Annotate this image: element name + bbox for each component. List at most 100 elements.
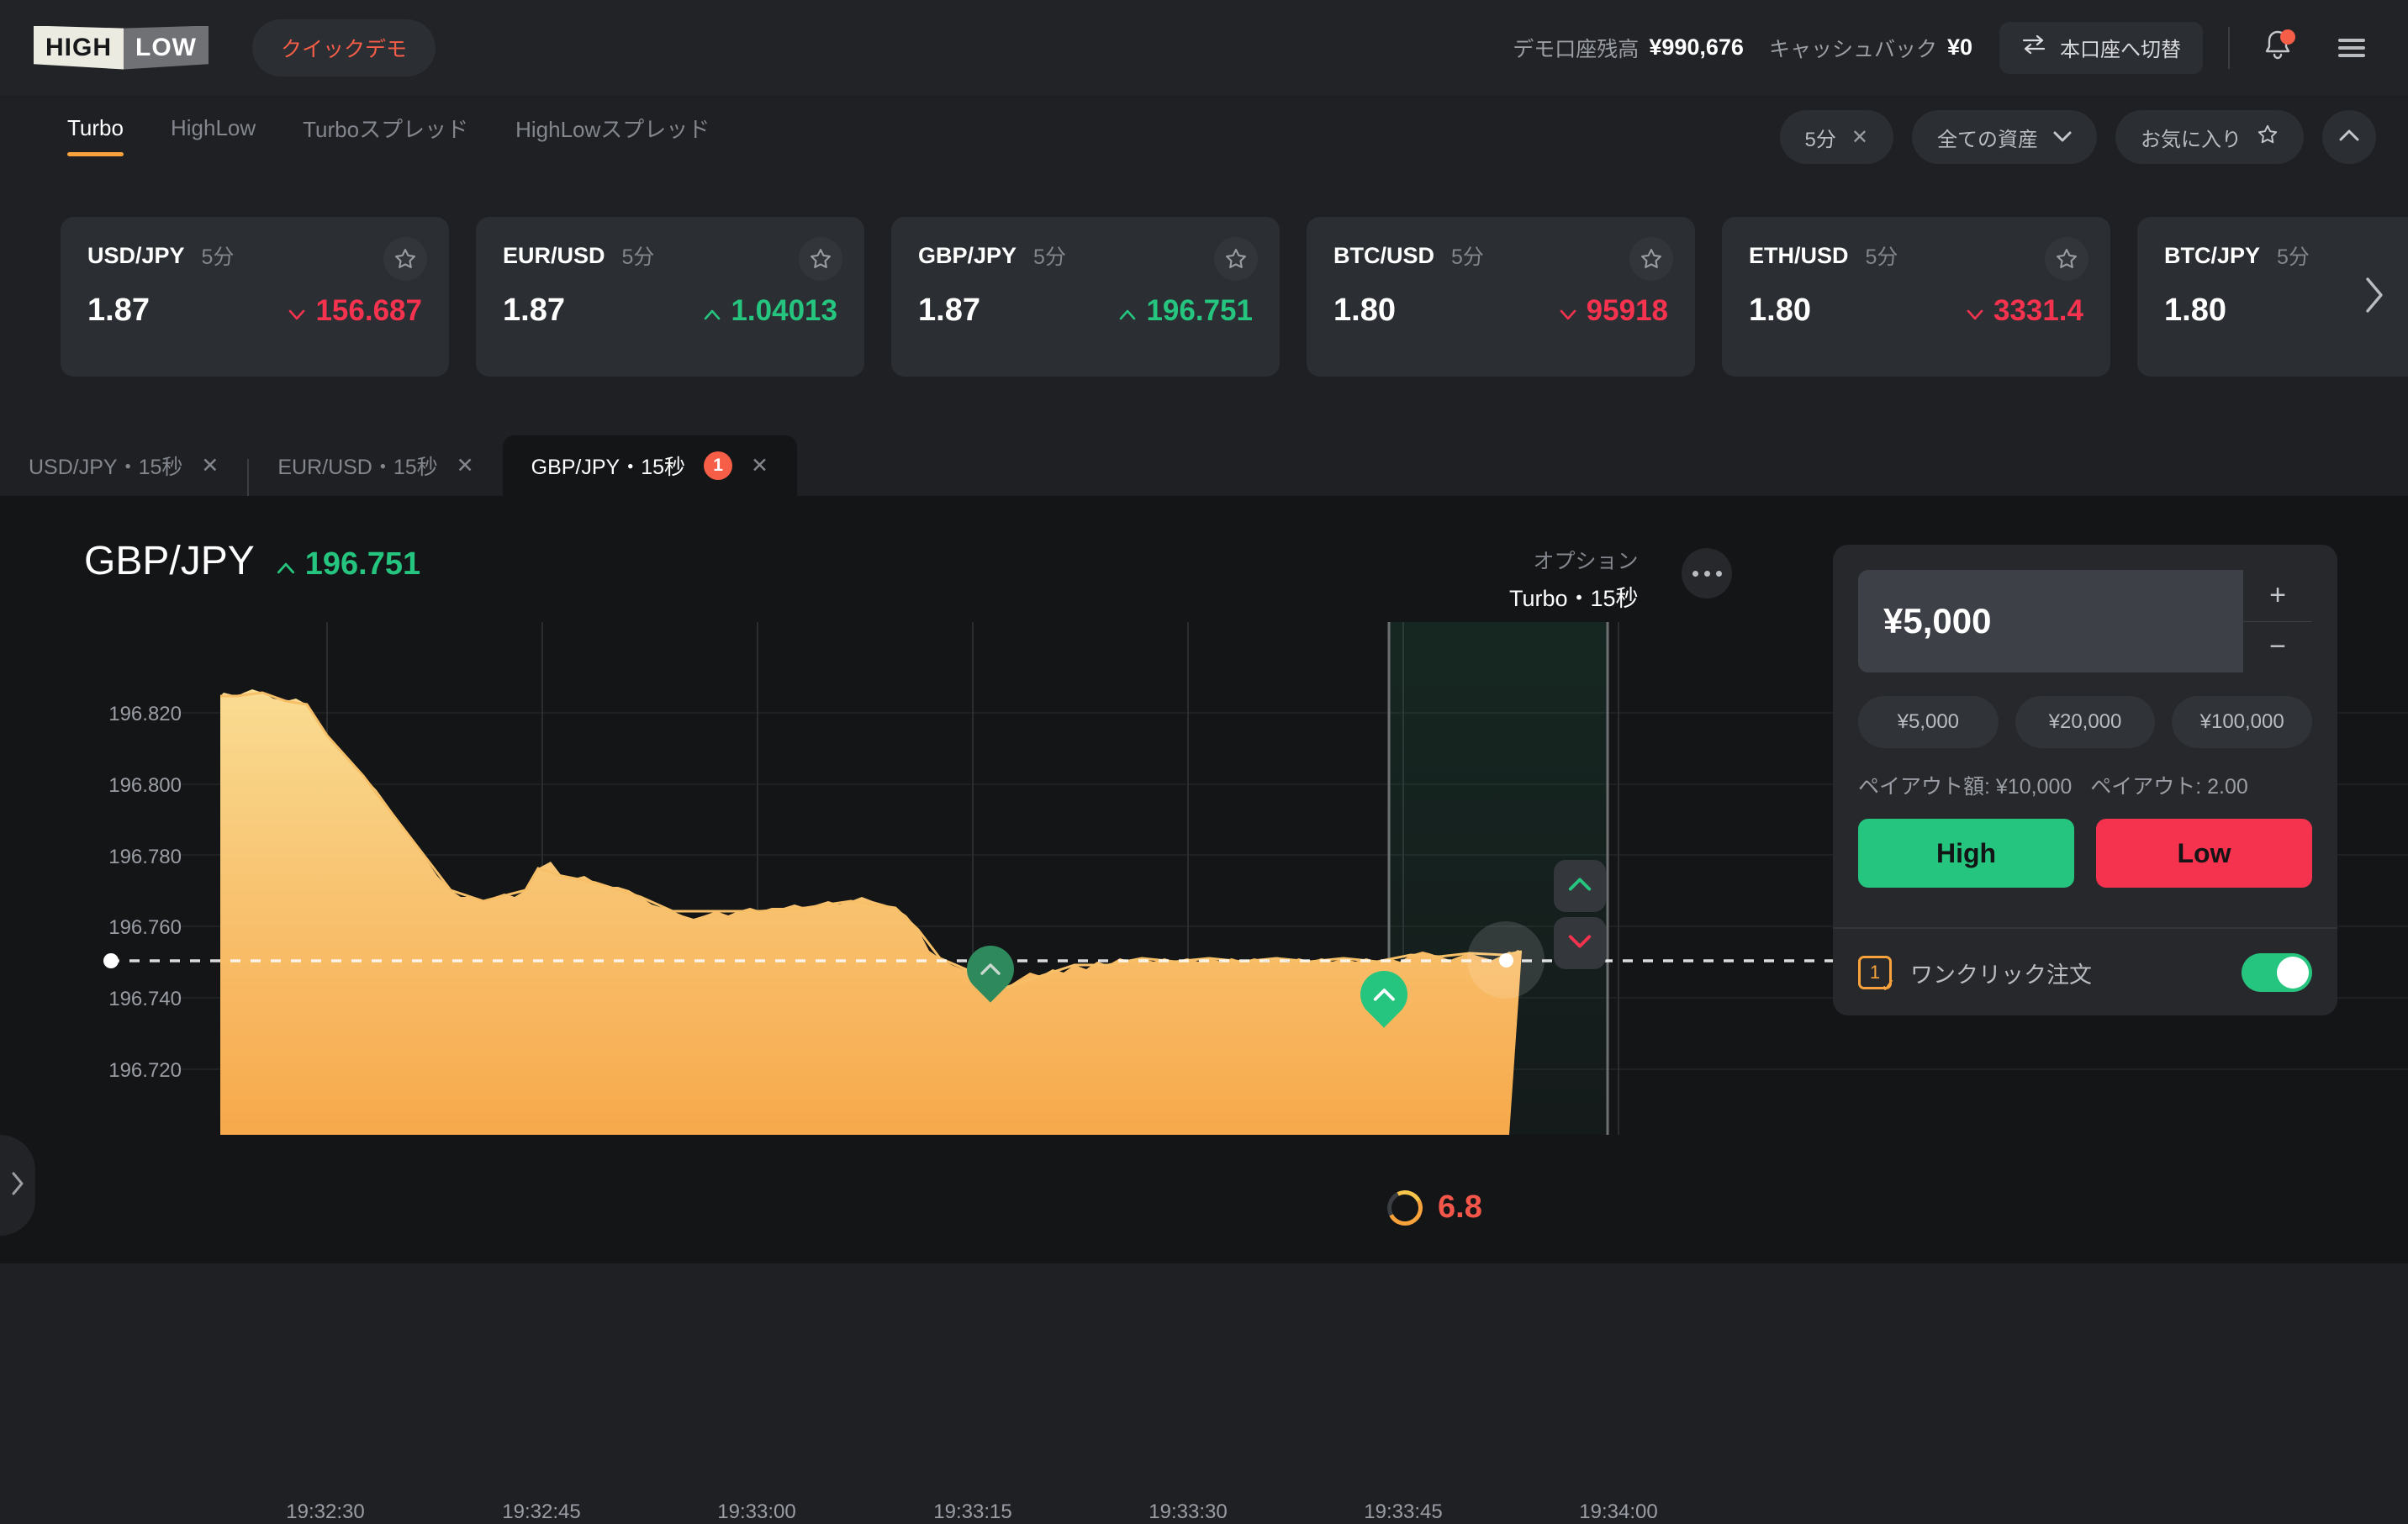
logo-low-text: LOW — [124, 25, 209, 70]
assets-scroll-right-button[interactable] — [2349, 267, 2400, 326]
asset-price-value: 1.04013 — [731, 293, 837, 327]
asset-duration: 5分 — [1865, 245, 1898, 269]
oneclick-toggle[interactable] — [2242, 953, 2312, 992]
quick-demo-button[interactable]: クイックデモ — [251, 18, 436, 76]
amount-input[interactable]: ¥5,000 — [1858, 570, 2243, 672]
asset-card[interactable]: EUR/USD 5分 1.87 1.04013 — [476, 217, 864, 377]
oneclick-badge-number: 1 — [1869, 962, 1881, 983]
highlow-logo: HIGH LOW — [34, 25, 209, 70]
switch-account-button[interactable]: 本口座へ切替 — [1999, 21, 2203, 74]
favorite-star-icon[interactable] — [383, 237, 427, 281]
price-dot — [1498, 952, 1513, 968]
menu-button[interactable] — [2326, 22, 2378, 74]
cashback-label: キャッシュバック — [1768, 37, 1937, 61]
tab-turbo-spread[interactable]: Turboスプレッド — [303, 113, 468, 162]
favorite-star-icon[interactable] — [2045, 237, 2089, 281]
asset-card[interactable]: ETH/USD 5分 1.80 3331.4 — [1722, 217, 2110, 377]
tab-highlow-spread[interactable]: HighLowスプレッド — [515, 113, 710, 162]
asset-filter-dropdown[interactable]: 全ての資産 — [1912, 110, 2097, 164]
x-axis-tick: 19:32:45 — [502, 1500, 581, 1523]
asset-card[interactable]: USD/JPY 5分 1.87 156.687 — [61, 217, 449, 377]
trend-down-icon — [1967, 294, 1983, 328]
close-icon[interactable]: ✕ — [751, 453, 768, 478]
chevron-right-icon — [10, 1171, 25, 1200]
favorite-star-icon[interactable] — [799, 237, 842, 281]
asset-card[interactable]: GBP/JPY 5分 1.87 196.751 — [891, 217, 1280, 377]
trade-panel: ¥5,000 + − ¥5,000 ¥20,000 ¥100,000 ペイアウト… — [1833, 545, 2337, 1015]
quick-amount-row: ¥5,000 ¥20,000 ¥100,000 — [1858, 696, 2313, 748]
favorite-star-icon[interactable] — [1629, 237, 1673, 281]
payout-amount: ペイアウト額: ¥10,000 — [1858, 775, 2073, 799]
close-icon[interactable]: ✕ — [1851, 125, 1868, 150]
status-badge: 1 — [704, 451, 733, 480]
oneclick-icon: 1 ✓ — [1858, 956, 1896, 996]
asset-multiplier: 1.80 — [1749, 293, 1811, 328]
toggle-knob — [2277, 957, 2309, 989]
product-tabs: Turbo HighLow Turboスプレッド HighLowスプレッド — [67, 113, 710, 162]
chart-tab-eurusd[interactable]: EUR/USD・15秒 ✕ — [249, 435, 502, 496]
asset-card[interactable]: BTC/USD 5分 1.80 95918 — [1307, 217, 1695, 377]
low-button[interactable]: Low — [2096, 819, 2312, 888]
app-header: HIGH LOW クイックデモ デモ口座残高 ¥990,676 キャッシュバック… — [0, 0, 2408, 95]
asset-duration: 5分 — [1451, 245, 1484, 269]
chart-area: GBP/JPY 196.751 オプション Turbo・15秒 196.820 … — [0, 496, 2408, 1523]
position-marker-active[interactable] — [1350, 961, 1418, 1031]
asset-duration: 5分 — [201, 245, 235, 269]
chart-tab-gbpjpy[interactable]: GBP/JPY・15秒 1 ✕ — [502, 435, 797, 496]
notifications-button[interactable] — [2252, 22, 2304, 74]
amount-decrease-button[interactable]: − — [2243, 621, 2312, 672]
favorites-filter-button[interactable]: お気に入り — [2115, 110, 2304, 164]
chart-tab-bar: USD/JPY・15秒 ✕ EUR/USD・15秒 ✕ GBP/JPY・15秒 … — [0, 420, 2408, 496]
asset-multiplier: 1.87 — [503, 293, 565, 328]
chart-tab-usdjpy[interactable]: USD/JPY・15秒 ✕ — [0, 435, 247, 496]
asset-card-header: BTC/USD 5分 — [1333, 240, 1668, 271]
high-button[interactable]: High — [1858, 819, 2074, 888]
payout-rate: ペイアウト: 2.00 — [2090, 775, 2248, 799]
quick-amount-button[interactable]: ¥20,000 — [2015, 696, 2156, 748]
asset-multiplier: 1.87 — [87, 293, 150, 328]
asset-card-body: 1.87 196.751 — [918, 293, 1253, 329]
asset-card-header: USD/JPY 5分 — [87, 240, 422, 271]
position-marker-past[interactable] — [957, 936, 1024, 1006]
duration-filter-chip[interactable]: 5分 ✕ — [1779, 110, 1893, 164]
asset-card-header: EUR/USD 5分 — [503, 240, 837, 271]
chevron-down-icon — [2053, 125, 2072, 149]
trend-down-icon — [288, 294, 305, 328]
y-axis-tick: 196.800 — [108, 774, 182, 797]
amount-increase-button[interactable]: + — [2243, 570, 2312, 622]
asset-card-body: 1.87 1.04013 — [503, 293, 837, 329]
chevron-right-icon — [2363, 277, 2385, 318]
quick-amount-button[interactable]: ¥100,000 — [2172, 696, 2313, 748]
favorites-label: お気に入り — [2141, 128, 2242, 151]
collapse-assets-button[interactable] — [2322, 110, 2376, 164]
notification-dot — [2280, 29, 2295, 45]
quick-amount-button[interactable]: ¥5,000 — [1858, 696, 1999, 748]
asset-multiplier: 1.80 — [1333, 293, 1396, 328]
asset-card-body: 1.87 156.687 — [87, 293, 422, 329]
asset-card-header: BTC/JPY 5分 — [2164, 240, 2408, 271]
asset-card-list: USD/JPY 5分 1.87 156.687 EUR/USD 5分 1.87 — [0, 217, 2408, 377]
trend-up-icon — [704, 294, 721, 328]
asset-card-body: 1.80 3331.4 — [1749, 293, 2083, 329]
payout-info: ペイアウト額: ¥10,000 ペイアウト: 2.00 — [1858, 770, 2312, 800]
quick-low-button[interactable] — [1554, 917, 1606, 969]
favorite-star-icon[interactable] — [1214, 237, 1258, 281]
close-icon[interactable]: ✕ — [201, 453, 219, 478]
cashback-value: ¥0 — [1946, 34, 1972, 60]
tab-turbo[interactable]: Turbo — [67, 115, 124, 160]
chevron-up-icon — [980, 963, 1001, 975]
chart-tab-label: USD/JPY・15秒 — [29, 456, 183, 479]
quick-high-button[interactable] — [1554, 860, 1606, 912]
tab-highlow[interactable]: HighLow — [171, 115, 256, 160]
asset-pair: GBP/JPY — [918, 242, 1017, 268]
strike-price-handle — [103, 953, 119, 968]
asset-price-value: 95918 — [1586, 293, 1668, 327]
asset-card-body: 1.80 95918 — [1333, 293, 1668, 329]
close-icon[interactable]: ✕ — [457, 453, 474, 478]
balance-label: デモ口座残高 — [1513, 37, 1640, 61]
trend-down-icon — [1560, 294, 1576, 328]
asset-price-value: 156.687 — [315, 293, 422, 327]
y-axis-tick: 196.740 — [108, 988, 182, 1010]
hamburger-icon — [2338, 34, 2365, 61]
trade-direction-row: High Low — [1858, 819, 2312, 888]
